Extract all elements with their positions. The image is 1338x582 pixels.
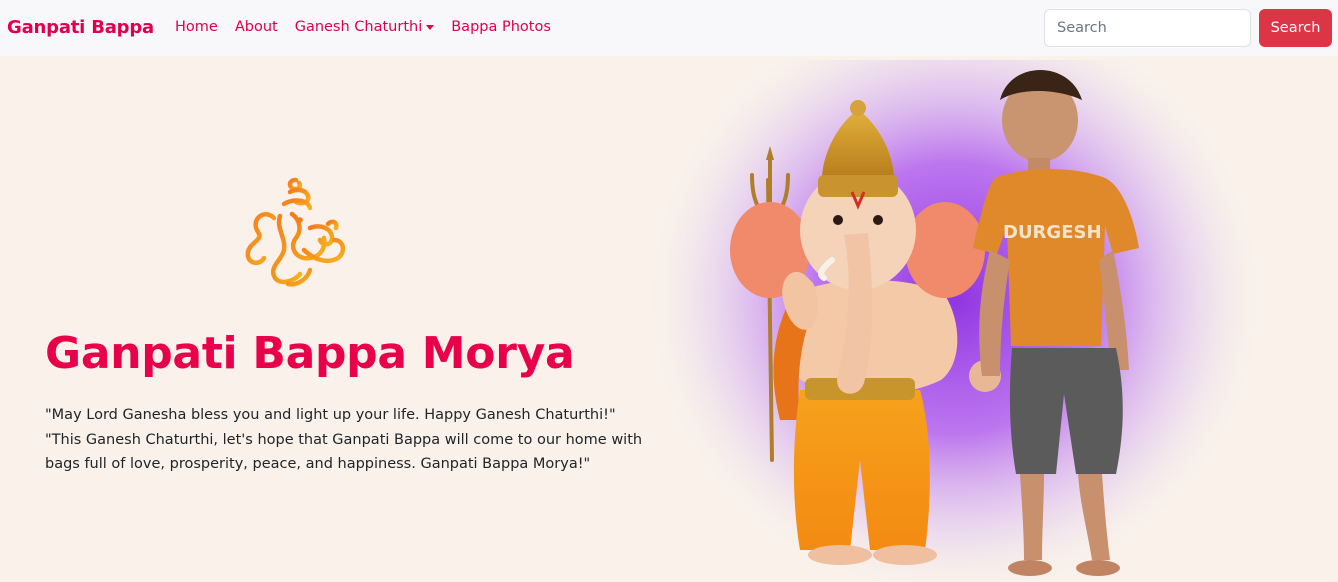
nav-link-about[interactable]: About (235, 19, 278, 35)
nav-link-bappa-photos-label: Bappa Photos (451, 19, 551, 35)
ganesha-logo-icon (245, 177, 346, 287)
tshirt-text: DURGESH (1003, 222, 1102, 243)
nav-dropdown-label: Ganesh Chaturthi (294, 19, 423, 35)
search-input[interactable] (1044, 9, 1251, 47)
ganesha-and-boy-illustration: DURGESH (645, 60, 1265, 582)
dropdown-caret-icon (426, 25, 435, 30)
hero-quote-1: "May Lord Ganesha bless you and light up… (45, 407, 616, 423)
hero-quote-2: "This Ganesh Chaturthi, let's hope that … (45, 431, 643, 473)
nav-dropdown-ganesh-chaturthi[interactable]: Ganesh Chaturthi (295, 19, 435, 35)
brand-link[interactable]: Ganpati Bappa (7, 17, 154, 38)
search-button[interactable]: Search (1259, 9, 1332, 47)
hero-paragraph: "May Lord Ganesha bless you and light up… (45, 403, 655, 477)
hero-title: Ganpati Bappa Morya (45, 328, 575, 379)
nav-link-bappa-photos[interactable]: Bappa Photos (451, 19, 551, 35)
nav-links: Home About Ganesh Chaturthi Bappa Photos (175, 19, 551, 35)
nav-link-about-label: About (234, 19, 278, 35)
navbar: Ganpati Bappa Home About Ganesh Chaturth… (0, 0, 1338, 56)
nav-link-home-label: Home (175, 19, 218, 35)
nav-link-home[interactable]: Home (175, 19, 218, 35)
